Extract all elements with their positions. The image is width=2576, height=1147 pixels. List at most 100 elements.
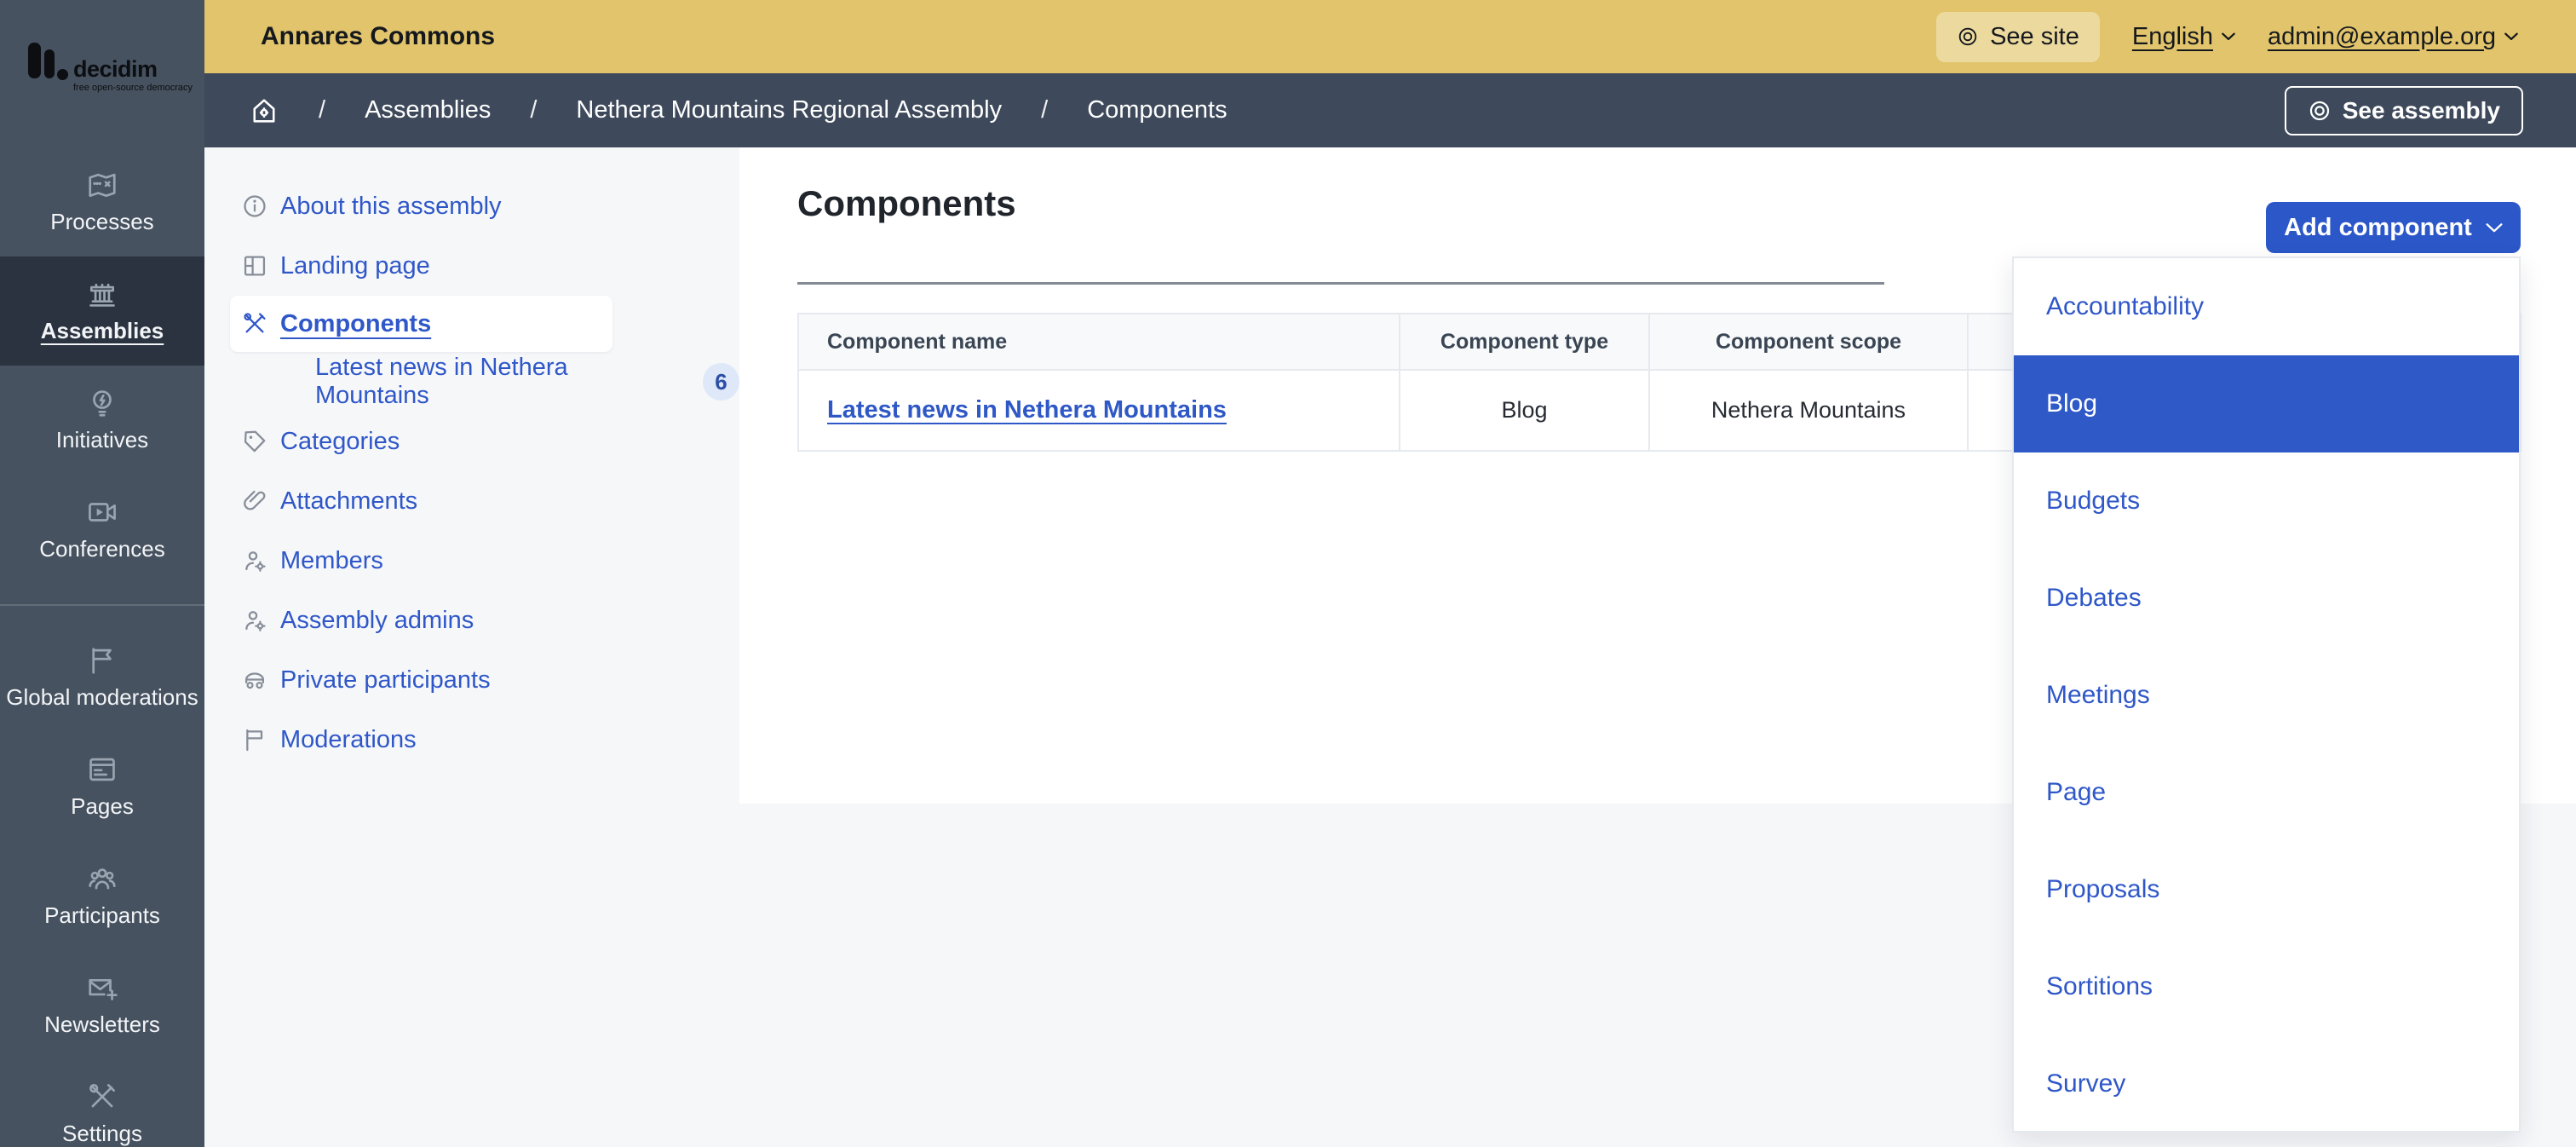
language-label: English xyxy=(2132,23,2213,51)
tools-icon xyxy=(241,310,268,337)
topbar-actions: See site English admin@example.org xyxy=(1936,12,2518,62)
add-component-button[interactable]: Add component xyxy=(2266,202,2521,253)
account-label: admin@example.org xyxy=(2268,23,2496,51)
paperclip-icon xyxy=(241,487,268,515)
decidim-logo[interactable]: decidim free open-source democracy xyxy=(28,43,190,94)
chevron-down-icon xyxy=(2486,222,2503,233)
sidebar-item-label: Conferences xyxy=(39,536,164,562)
assembly-nav-item-about[interactable]: About this assembly xyxy=(204,176,739,236)
breadcrumb-separator: / xyxy=(530,96,537,124)
flag-icon xyxy=(86,644,118,677)
language-menu[interactable]: English xyxy=(2132,23,2235,51)
sidebar-item-label: Initiatives xyxy=(56,427,148,453)
info-icon xyxy=(241,193,268,220)
logo-tagline: free open-source democracy xyxy=(73,83,193,93)
sidebar-item-assemblies[interactable]: Assemblies xyxy=(0,256,204,366)
sidebar-item-label: Newsletters xyxy=(44,1012,160,1038)
column-header-component-scope: Component scope xyxy=(1650,314,1969,369)
assembly-nav: About this assembly Landing page Compone… xyxy=(204,147,739,769)
sidebar-item-global-moderations[interactable]: Global moderations xyxy=(0,623,204,732)
logo-bar-icon xyxy=(28,43,41,78)
breadcrumb-separator: / xyxy=(319,96,325,124)
rings-icon xyxy=(2308,99,2332,123)
dropdown-item-proposals[interactable]: Proposals xyxy=(2014,841,2519,938)
page-title: Components xyxy=(797,183,1016,224)
sidebar-item-label: Global moderations xyxy=(6,684,198,711)
dropdown-item-accountability[interactable]: Accountability xyxy=(2014,258,2519,355)
component-count-badge: 6 xyxy=(703,363,739,401)
assembly-nav-label: Moderations xyxy=(280,726,417,754)
assembly-nav-label: Attachments xyxy=(280,487,417,516)
assembly-nav-item-landing-page[interactable]: Landing page xyxy=(204,236,739,296)
sidebar-item-participants[interactable]: Participants xyxy=(0,841,204,950)
home-icon[interactable] xyxy=(249,95,279,126)
heading-divider xyxy=(797,282,1884,285)
dropdown-item-budgets[interactable]: Budgets xyxy=(2014,452,2519,550)
assembly-nav-label: About this assembly xyxy=(280,193,502,221)
logo-dot-icon xyxy=(57,69,68,80)
assembly-nav-subitem-latest-news[interactable]: Latest news in Nethera Mountains 6 xyxy=(204,352,739,412)
account-menu[interactable]: admin@example.org xyxy=(2268,23,2518,51)
assembly-nav-label: Components xyxy=(280,310,431,338)
people-icon xyxy=(86,862,118,895)
dropdown-item-page[interactable]: Page xyxy=(2014,744,2519,841)
mail-add-icon xyxy=(86,971,118,1004)
decidim-admin-app: decidim free open-source democracy Proce… xyxy=(0,0,2576,1147)
add-component-dropdown: Accountability Blog Budgets Debates Meet… xyxy=(2012,256,2521,1133)
logo-bar-icon xyxy=(44,49,55,78)
assembly-nav-label: Assembly admins xyxy=(280,607,474,635)
see-assembly-label: See assembly xyxy=(2343,97,2500,124)
user-settings-icon xyxy=(241,607,268,634)
sidebar-item-settings[interactable]: Settings xyxy=(0,1059,204,1147)
dropdown-item-sortitions[interactable]: Sortitions xyxy=(2014,938,2519,1035)
component-scope-cell: Nethera Mountains xyxy=(1650,371,1969,450)
assembly-nav-label: Members xyxy=(280,547,383,575)
see-assembly-button[interactable]: See assembly xyxy=(2285,86,2523,135)
layout-grid-icon xyxy=(241,252,268,280)
breadcrumb-item-assembly-name[interactable]: Nethera Mountains Regional Assembly xyxy=(576,96,1002,124)
page-layout-icon xyxy=(86,753,118,786)
assembly-nav-label: Categories xyxy=(280,428,400,456)
sidebar-item-label: Settings xyxy=(62,1121,142,1147)
sidebar-divider xyxy=(0,604,204,606)
assembly-nav-item-assembly-admins[interactable]: Assembly admins xyxy=(204,591,739,650)
assembly-nav-item-private-participants[interactable]: Private participants xyxy=(204,650,739,710)
dropdown-item-debates[interactable]: Debates xyxy=(2014,550,2519,647)
see-site-button[interactable]: See site xyxy=(1936,12,2100,62)
assembly-nav-item-moderations[interactable]: Moderations xyxy=(204,710,739,769)
sidebar-item-label: Pages xyxy=(71,793,134,820)
sidebar-nav: Processes Assemblies Initiatives Confere… xyxy=(0,147,204,1147)
sidebar-item-label: Assemblies xyxy=(41,318,164,344)
breadcrumb-item-assemblies[interactable]: Assemblies xyxy=(365,96,491,124)
breadcrumb-item-components[interactable]: Components xyxy=(1087,96,1227,124)
component-name-cell: Latest news in Nethera Mountains xyxy=(799,371,1400,450)
assembly-nav-item-components[interactable]: Components xyxy=(230,296,612,352)
chevron-down-icon xyxy=(2222,32,2235,41)
rings-icon xyxy=(1957,26,1979,48)
dropdown-item-survey[interactable]: Survey xyxy=(2014,1035,2519,1133)
chevron-down-icon xyxy=(2504,32,2518,41)
map-icon xyxy=(86,169,118,201)
logo-wordmark: decidim xyxy=(73,56,158,83)
column-header-component-name: Component name xyxy=(799,314,1400,369)
sidebar-item-processes[interactable]: Processes xyxy=(0,147,204,256)
sidebar-item-newsletters[interactable]: Newsletters xyxy=(0,950,204,1059)
sidebar-item-pages[interactable]: Pages xyxy=(0,732,204,841)
assembly-nav-item-categories[interactable]: Categories xyxy=(204,412,739,471)
dropdown-item-blog[interactable]: Blog xyxy=(2014,355,2519,452)
sidebar-item-initiatives[interactable]: Initiatives xyxy=(0,366,204,475)
column-header-component-type: Component type xyxy=(1400,314,1650,369)
assembly-nav-item-members[interactable]: Members xyxy=(204,531,739,591)
dropdown-item-meetings[interactable]: Meetings xyxy=(2014,647,2519,744)
price-tag-icon xyxy=(241,428,268,455)
see-site-label: See site xyxy=(1990,23,2079,51)
tools-icon xyxy=(86,1081,118,1113)
add-component-label: Add component xyxy=(2284,214,2472,242)
sidebar-item-label: Participants xyxy=(44,902,160,929)
assembly-nav-label: Landing page xyxy=(280,252,430,280)
topbar: Annares Commons See site English admin@e… xyxy=(204,0,2576,73)
breadcrumb-separator: / xyxy=(1041,96,1048,124)
sidebar-item-conferences[interactable]: Conferences xyxy=(0,475,204,584)
assembly-nav-item-attachments[interactable]: Attachments xyxy=(204,471,739,531)
component-link[interactable]: Latest news in Nethera Mountains xyxy=(827,396,1227,424)
